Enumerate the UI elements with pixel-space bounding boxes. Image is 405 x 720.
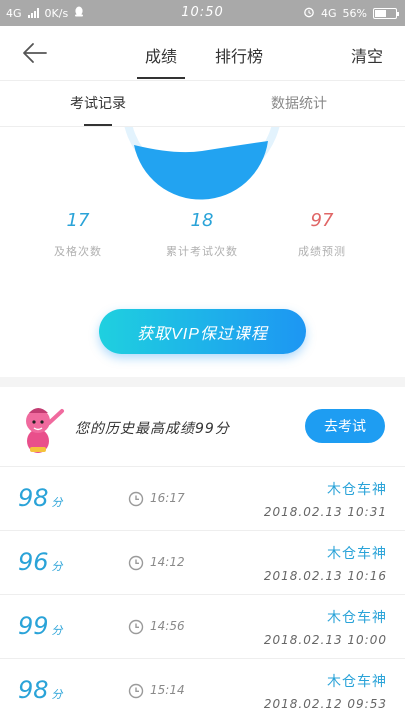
record-user-name: 木仓车神 — [327, 674, 387, 690]
stat-score-prediction: 97 成绩预测 — [262, 210, 382, 259]
tab-data-stats[interactable]: 数据统计 — [271, 93, 327, 113]
clear-button[interactable]: 清空 — [351, 43, 383, 67]
record-score: 96 分 — [18, 548, 63, 576]
status-bar: 4G 0K/s 10:50 4G 56% — [0, 0, 405, 26]
sub-tab-bar: 考试记录 数据统计 — [0, 81, 405, 127]
clock-icon — [128, 555, 144, 571]
record-score: 98 分 — [18, 484, 63, 512]
back-button[interactable] — [20, 40, 50, 66]
record-score: 99 分 — [18, 612, 63, 640]
battery-percent: 56% — [342, 7, 367, 20]
record-user-name: 木仓车神 — [327, 610, 387, 626]
stat-value: 18 — [190, 210, 214, 231]
record-user-name: 木仓车神 — [327, 546, 387, 562]
stats-row: 17 及格次数 18 累计考试次数 97 成绩预测 — [0, 210, 405, 270]
clock-icon — [128, 619, 144, 635]
record-row[interactable]: 98 分 15:14 木仓车神 2018.02.12 09:53 — [0, 659, 405, 720]
clock-icon — [128, 683, 144, 699]
stat-value: 97 — [310, 210, 334, 231]
record-user-name: 木仓车神 — [327, 482, 387, 498]
stat-pass-count: 17 及格次数 — [18, 210, 138, 259]
record-date: 2018.02.13 10:00 — [263, 633, 387, 647]
section-divider — [0, 377, 405, 387]
tab-exam-records[interactable]: 考试记录 — [70, 93, 126, 126]
network-label-right: 4G — [321, 7, 337, 20]
record-score: 98 分 — [18, 676, 63, 704]
mascot-icon — [20, 403, 66, 453]
alarm-icon — [303, 6, 315, 21]
record-row[interactable]: 96 分 14:12 木仓车神 2018.02.13 10:16 — [0, 531, 405, 595]
best-score-row: 您的历史最高成绩99分 去考试 — [0, 387, 405, 467]
record-date: 2018.02.13 10:31 — [263, 505, 387, 519]
vip-course-button[interactable]: 获取VIP保过课程 — [99, 309, 306, 354]
record-duration: 15:14 — [150, 683, 185, 697]
stat-total-exams: 18 累计考试次数 — [142, 210, 262, 259]
stat-label: 累计考试次数 — [166, 245, 238, 258]
record-duration: 16:17 — [150, 491, 185, 505]
record-date: 2018.02.12 09:53 — [263, 697, 387, 711]
clock-icon — [128, 491, 144, 507]
gauge-graphic — [124, 127, 280, 200]
stat-label: 成绩预测 — [298, 245, 346, 258]
record-duration: 14:12 — [150, 555, 185, 569]
take-exam-button[interactable]: 去考试 — [305, 409, 385, 443]
stat-value: 17 — [66, 210, 90, 231]
record-date: 2018.02.13 10:16 — [263, 569, 387, 583]
header-bar: 成绩 排行榜 清空 — [0, 26, 405, 81]
record-row[interactable]: 98 分 16:17 木仓车神 2018.02.13 10:31 — [0, 467, 405, 531]
tab-score[interactable]: 成绩 — [136, 43, 186, 79]
best-score-text: 您的历史最高成绩99分 — [75, 421, 230, 437]
score-gauge — [0, 127, 405, 202]
arrow-left-icon — [23, 43, 47, 63]
stat-label: 及格次数 — [54, 245, 102, 258]
record-row[interactable]: 99 分 14:56 木仓车神 2018.02.13 10:00 — [0, 595, 405, 659]
tab-ranking[interactable]: 排行榜 — [215, 43, 263, 67]
battery-icon — [373, 8, 399, 19]
record-duration: 14:56 — [150, 619, 185, 633]
